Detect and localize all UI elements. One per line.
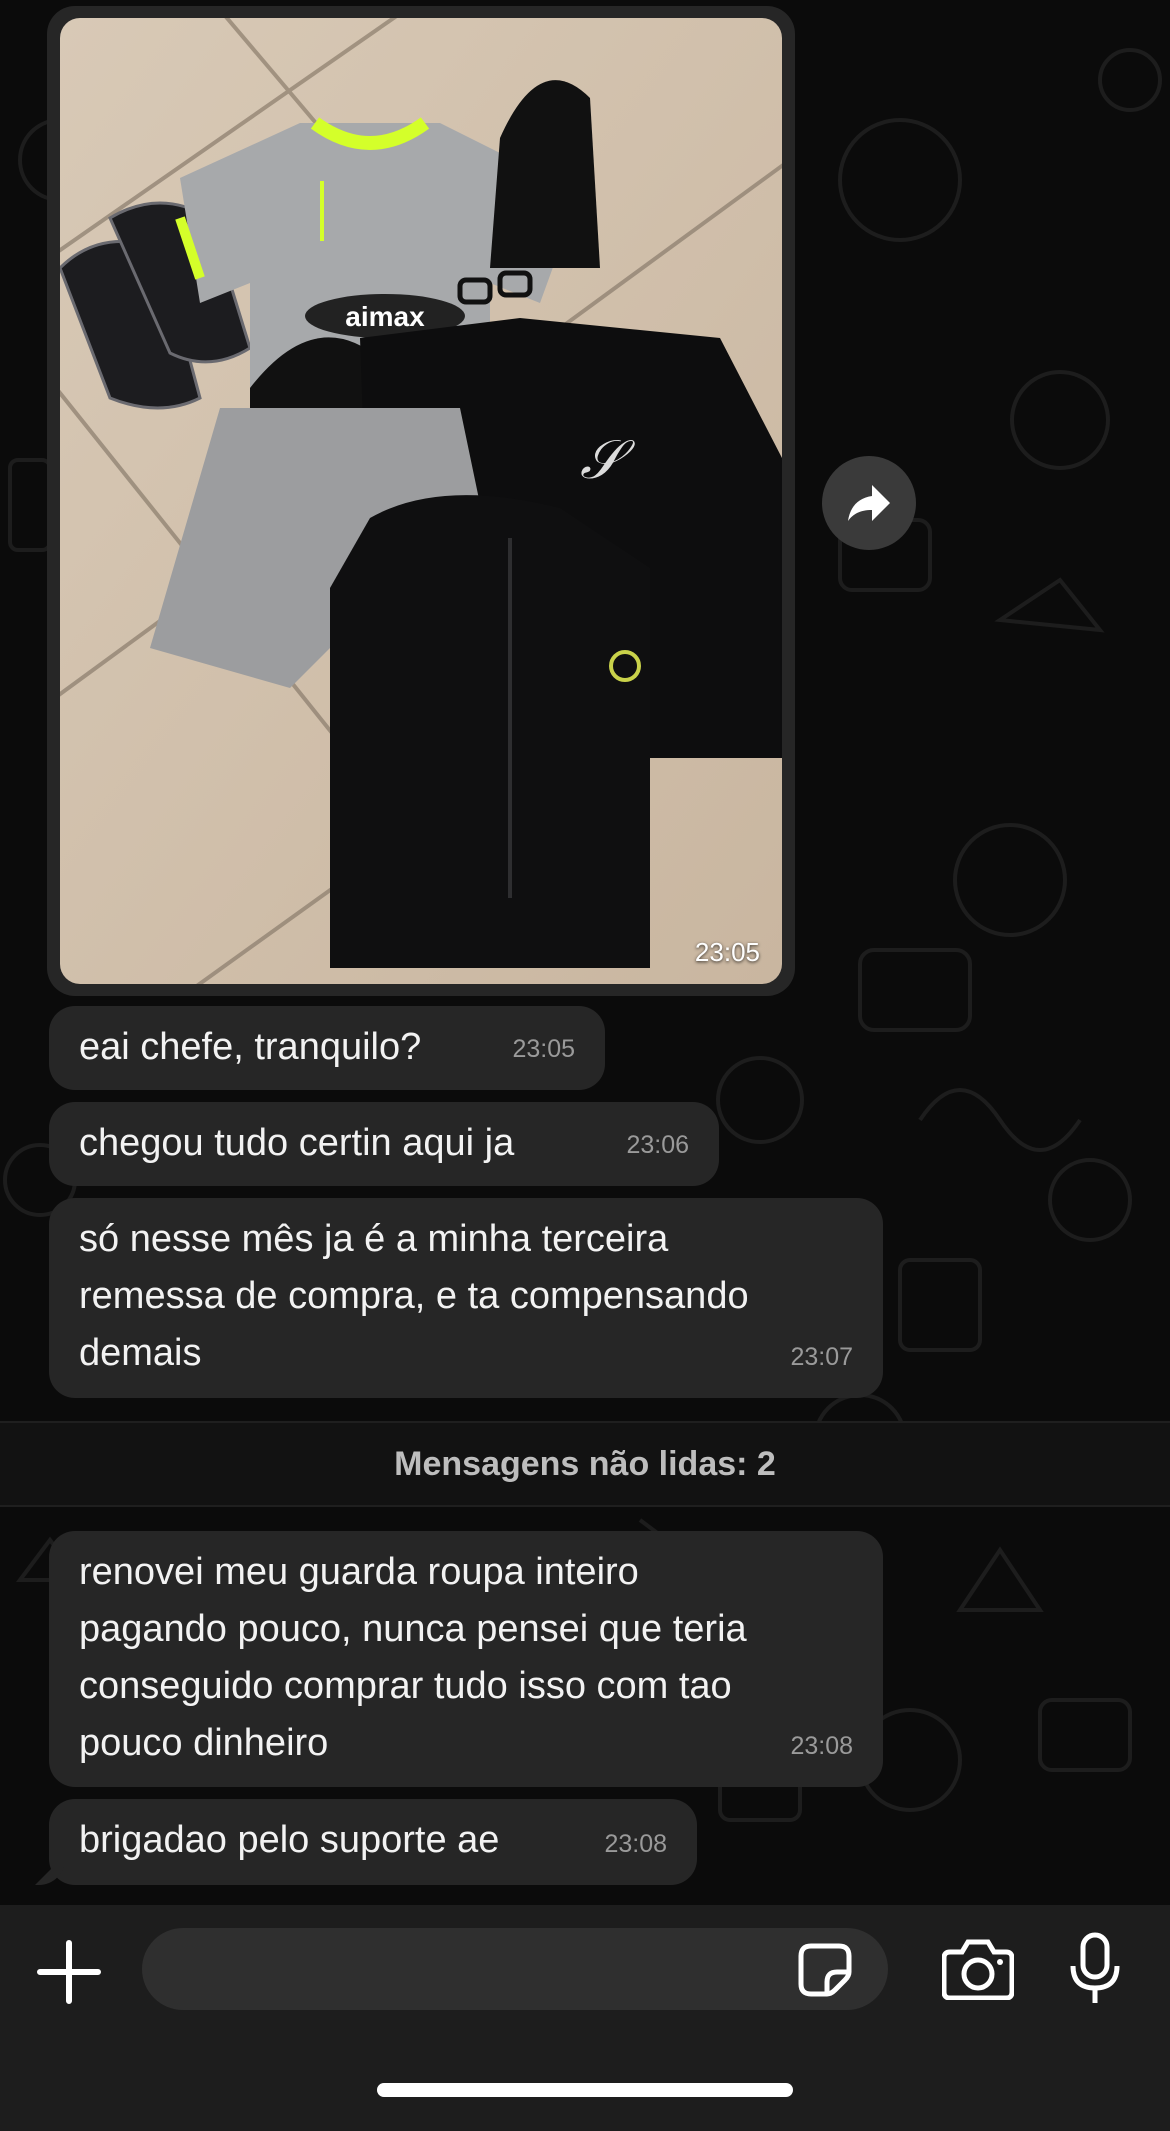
message-input[interactable] xyxy=(142,1928,888,2010)
message-bubble[interactable]: eai chefe, tranquilo? 23:05 xyxy=(49,1006,605,1090)
home-indicator[interactable] xyxy=(377,2083,793,2097)
camera-icon xyxy=(941,1939,1015,2001)
forward-icon xyxy=(848,485,890,521)
message-timestamp: 23:07 xyxy=(790,1343,853,1371)
microphone-icon xyxy=(1070,1932,1120,2003)
message-text: só nesse mês ja é a minha terceira remes… xyxy=(79,1218,749,1374)
message-bubble[interactable]: brigadao pelo suporte ae 23:08 xyxy=(49,1799,697,1885)
attach-button[interactable] xyxy=(36,1939,102,2005)
plus-icon xyxy=(37,1940,101,2004)
forward-button[interactable] xyxy=(822,456,916,550)
sticker-button[interactable] xyxy=(797,1942,853,1998)
image-message[interactable]: aimax 𝒮 23:05 xyxy=(47,6,795,996)
message-timestamp: 23:05 xyxy=(512,1035,575,1063)
unread-messages-banner: Mensagens não lidas: 2 xyxy=(0,1421,1170,1507)
jersey-sponsor-text: aimax xyxy=(345,301,425,332)
message-timestamp: 23:08 xyxy=(790,1732,853,1760)
message-timestamp: 23:08 xyxy=(604,1830,667,1858)
message-bubble[interactable]: renovei meu guarda roupa inteiro pagando… xyxy=(49,1531,883,1787)
message-text: eai chefe, tranquilo? xyxy=(79,1026,422,1068)
camera-button[interactable] xyxy=(941,1938,1015,2001)
message-text: renovei meu guarda roupa inteiro pagando… xyxy=(79,1551,747,1764)
message-timestamp: 23:06 xyxy=(626,1131,689,1159)
message-bubble[interactable]: só nesse mês ja é a minha terceira remes… xyxy=(49,1198,883,1398)
image-timestamp: 23:05 xyxy=(694,937,760,967)
sticker-icon xyxy=(798,1943,852,1997)
message-text: chegou tudo certin aqui ja xyxy=(79,1122,515,1164)
microphone-button[interactable] xyxy=(1068,1932,1122,2006)
message-text: brigadao pelo suporte ae xyxy=(79,1819,500,1861)
clothing-photo[interactable]: aimax 𝒮 23:05 xyxy=(60,18,782,984)
message-list[interactable]: aimax 𝒮 23:05 eai chefe, tranquilo? 23:0… xyxy=(0,0,1170,1905)
message-bubble[interactable]: chegou tudo certin aqui ja 23:06 xyxy=(49,1102,719,1186)
